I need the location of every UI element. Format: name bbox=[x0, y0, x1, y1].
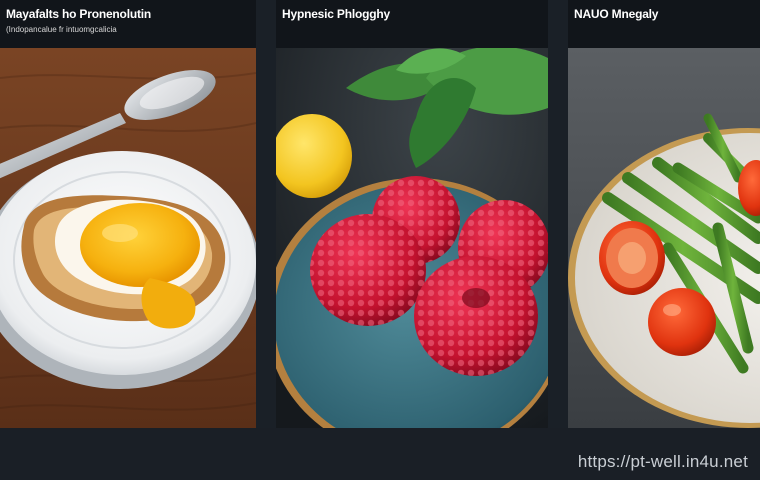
panel-title: Mayafalts ho Pronenolutin bbox=[6, 7, 152, 21]
tomato-half bbox=[599, 221, 665, 295]
raspberry bbox=[310, 214, 426, 326]
watermark-url: https://pt-well.in4u.net bbox=[577, 452, 748, 471]
panel-caption: NAUO Mnegaly bbox=[568, 0, 760, 48]
raspberry bbox=[414, 256, 538, 376]
photo-panel-egg-toast: Mayafalts ho Pronenolutin (Indopancalue … bbox=[0, 0, 256, 428]
gutter-left bbox=[256, 0, 276, 480]
panel-title: NAUO Mnegaly bbox=[574, 7, 659, 21]
panel-caption: Hypnesic Phlogghy bbox=[276, 0, 548, 48]
photo-panel-raspberries: Hypnesic Phlogghy bbox=[276, 0, 548, 428]
cherry-tomato bbox=[648, 288, 716, 356]
panel-caption: Mayafalts ho Pronenolutin (Indopancalue … bbox=[0, 0, 256, 48]
egg-toast-image bbox=[0, 48, 256, 428]
gutter-right bbox=[548, 0, 568, 480]
panel-title: Hypnesic Phlogghy bbox=[282, 7, 390, 21]
raspberries-image bbox=[276, 48, 548, 428]
asparagus-tomato-image bbox=[568, 48, 760, 428]
photo-panel-asparagus: NAUO Mnegaly bbox=[568, 0, 760, 428]
panel-subtitle: (Indopancalue fr intuomgcalicia bbox=[6, 25, 117, 34]
